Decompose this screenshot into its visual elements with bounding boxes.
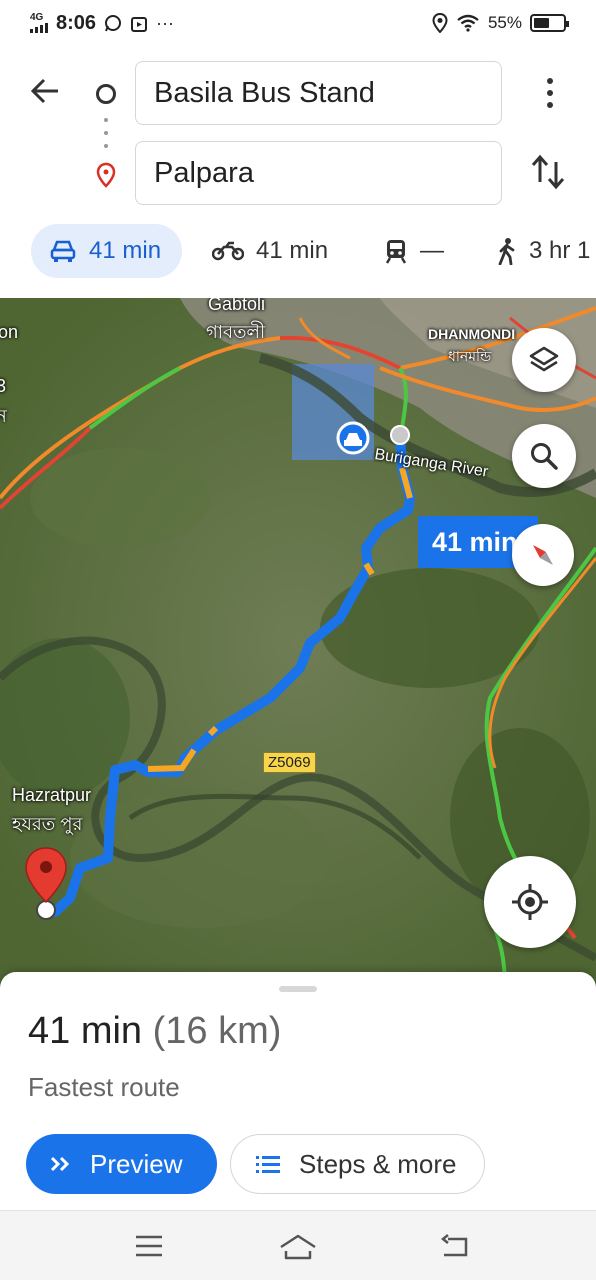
map-label-gabtoli-bn: গাবতলী bbox=[206, 322, 266, 342]
directions-header: Basila Bus Stand Palpara 41 min 41 min —… bbox=[0, 46, 596, 298]
swap-directions-button[interactable] bbox=[530, 152, 566, 192]
origin-dot-icon bbox=[96, 84, 116, 104]
arrow-back-icon bbox=[30, 78, 58, 104]
motorcycle-icon bbox=[212, 241, 244, 261]
route-dots-icon bbox=[104, 118, 108, 148]
map-label-hazratpur: Hazratpur bbox=[12, 785, 92, 805]
battery-percent: 55% bbox=[487, 13, 522, 32]
map-view[interactable]: Gabtoli গাবতলী DHANMONDI ধানমন্ডি Buriga… bbox=[0, 298, 596, 988]
clock: 8:06 bbox=[56, 11, 97, 34]
map-label-edge-3: ন bbox=[0, 406, 7, 426]
steps-button[interactable]: Steps & more bbox=[230, 1134, 485, 1194]
double-chevron-icon bbox=[50, 1156, 70, 1172]
tab-drive-label: 41 min bbox=[89, 237, 162, 264]
layers-button[interactable] bbox=[512, 328, 576, 392]
destination-pin-icon bbox=[96, 162, 116, 188]
tab-motorcycle[interactable]: 41 min bbox=[212, 224, 328, 278]
list-icon bbox=[256, 1156, 280, 1173]
route-duration: 41 min bbox=[28, 1010, 143, 1052]
travel-mode-tabs: 41 min 41 min — 3 hr 1 bbox=[0, 224, 596, 280]
wifi-icon bbox=[457, 14, 479, 32]
more-options-button[interactable] bbox=[540, 78, 560, 108]
tab-transit-label: — bbox=[420, 237, 444, 264]
route-summary: 41 min (16 km) bbox=[28, 1010, 281, 1053]
road-shield: Z5069 bbox=[263, 752, 316, 773]
origin-input[interactable]: Basila Bus Stand bbox=[135, 61, 502, 125]
tab-walk-label: 3 hr 1 bbox=[529, 237, 591, 264]
menu-icon[interactable] bbox=[134, 1233, 164, 1259]
route-summary-sheet[interactable]: 41 min (16 km) Fastest route Preview Ste… bbox=[0, 972, 596, 1210]
status-bar: 4G 8:06 ··· 55% bbox=[0, 0, 596, 46]
home-icon[interactable] bbox=[278, 1233, 318, 1261]
train-icon bbox=[385, 240, 407, 264]
map-label-edge-1: on bbox=[0, 322, 19, 342]
preview-button[interactable]: Preview bbox=[26, 1134, 217, 1194]
search-icon bbox=[531, 443, 558, 470]
location-icon bbox=[432, 13, 448, 33]
compass-icon bbox=[533, 545, 553, 565]
tab-transit[interactable]: — bbox=[384, 224, 444, 278]
system-navigation-bar bbox=[0, 1210, 596, 1280]
tab-motorcycle-label: 41 min bbox=[256, 237, 329, 264]
route-distance: (16 km) bbox=[152, 1010, 282, 1052]
my-location-button[interactable] bbox=[484, 856, 576, 948]
whatsapp-icon bbox=[105, 15, 122, 32]
steps-label: Steps & more bbox=[299, 1148, 457, 1179]
map-label-dhanmondi: DHANMONDI bbox=[428, 326, 516, 342]
signal-icon: 4G bbox=[30, 13, 48, 33]
back-button[interactable] bbox=[30, 76, 64, 110]
map-label-edge-2: 3 bbox=[0, 376, 7, 396]
walk-icon bbox=[498, 238, 515, 265]
play-store-icon bbox=[131, 17, 148, 32]
back-nav-icon[interactable] bbox=[438, 1233, 470, 1259]
drag-handle[interactable] bbox=[279, 986, 317, 992]
map-label-dhanmondi-bn: ধানমন্ডি bbox=[448, 348, 492, 364]
tab-walk[interactable]: 3 hr 1 bbox=[497, 224, 590, 278]
compass-button[interactable] bbox=[512, 524, 574, 586]
preview-label: Preview bbox=[90, 1148, 183, 1179]
route-subtitle: Fastest route bbox=[28, 1072, 180, 1102]
my-location-icon bbox=[512, 884, 548, 920]
more-notifications-icon: ··· bbox=[156, 12, 175, 33]
map-label-hazratpur-bn: হযরত পুর bbox=[12, 814, 83, 834]
layers-icon bbox=[529, 346, 559, 372]
map-label-gabtoli: Gabtoli bbox=[208, 298, 266, 314]
search-button[interactable] bbox=[512, 424, 576, 488]
tab-drive[interactable]: 41 min bbox=[31, 224, 182, 278]
battery-icon bbox=[530, 14, 569, 32]
google-maps-directions-screen: { "status_bar": { "time": "8:06", "netwo… bbox=[0, 0, 596, 1280]
car-icon bbox=[50, 240, 76, 262]
destination-input[interactable]: Palpara bbox=[135, 141, 502, 205]
